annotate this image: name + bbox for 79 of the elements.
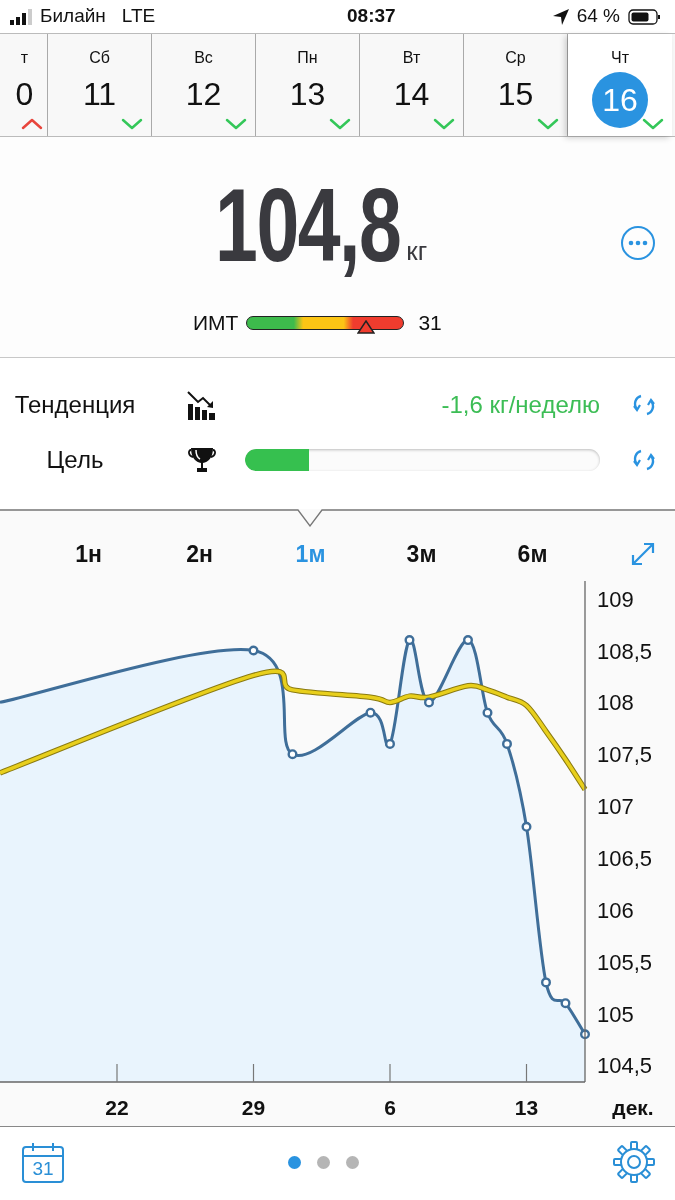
day-number: 15 [497,78,534,110]
goal-label: Цель [45,445,105,475]
calendar-icon [22,1141,64,1183]
signal-icon [10,8,32,25]
carrier-name: Билайн [40,4,106,29]
y-axis-label: 108 [597,690,634,716]
trend-label: Тенденция [13,390,137,420]
day-tab[interactable]: Чт 16 [568,34,672,136]
settings-icon[interactable] [613,1141,655,1183]
bmi-value: 31 [418,310,442,336]
y-axis-label: 105 [597,1001,634,1027]
weekday-label: т [19,48,29,68]
data-point [541,977,551,988]
data-point [365,707,376,718]
y-axis-label: 109 [597,586,634,612]
page-indicator-dot[interactable] [317,1155,330,1169]
day-number: 11 [82,78,117,110]
data-point [482,707,493,718]
data-point [248,645,259,656]
y-axis-label: 105,5 [597,949,653,975]
range-tab[interactable]: 2н [144,536,255,572]
data-point [385,738,395,749]
refresh-icon[interactable] [632,393,656,417]
weekday-label: Сб [89,48,110,68]
data-point [287,749,298,760]
weight-value: 104,8 [215,173,401,277]
y-axis-label: 107 [597,794,634,820]
location-arrow-icon [552,8,569,25]
data-point [463,635,473,646]
day-number: 0 [14,78,34,110]
page-indicator-dot[interactable] [288,1155,301,1169]
refresh-icon[interactable] [632,448,656,472]
day-tab[interactable]: Вт 14 [360,34,464,136]
trend-chart-icon [186,390,216,420]
x-axis-label: 22 [105,1096,129,1119]
selected-day-number: 16 [592,72,648,128]
calendar-button[interactable]: 31 [22,1141,64,1183]
more-options-icon[interactable] [620,225,656,261]
day-number: 12 [185,78,222,110]
page-indicator-dot[interactable] [346,1155,359,1169]
trophy-icon [188,446,216,474]
data-point [560,998,571,1009]
x-axis-label: 29 [241,1096,266,1119]
day-number: 14 [393,78,430,110]
data-point [502,738,512,749]
network-type: LTE [121,4,156,29]
y-axis-label: 106 [597,897,634,923]
expand-icon[interactable] [630,541,656,567]
day-tab[interactable]: Вс 12 [152,34,256,136]
x-axis-label: 13 [514,1096,539,1119]
y-axis-label: 104,5 [597,1053,653,1079]
data-point [424,697,434,708]
weekday-label: Чт [611,48,629,68]
day-tab[interactable]: Сб 11 [48,34,152,136]
trend-value: -1,6 кг/неделю [441,390,600,420]
range-tab[interactable]: 6м [477,536,588,572]
calendar-day-number: 31 [31,1158,55,1178]
day-tab[interactable]: т 0 [0,34,48,136]
day-number: 13 [289,78,326,110]
clock-time: 08:37 [346,4,397,29]
weekday-label: Вс [194,48,213,68]
weight-unit: кг [406,235,428,268]
weekday-label: Вт [402,48,421,68]
y-axis-label: 106,5 [597,846,653,871]
x-axis-label: 6 [384,1096,396,1119]
battery-percent: 64 % [576,4,620,29]
y-axis-label: 108,5 [597,638,653,664]
battery-icon [628,8,661,25]
weekday-label: Пн [297,48,318,68]
weekday-label: Ср [505,48,526,68]
data-point [404,635,415,646]
month-label: дек. [612,1096,654,1119]
data-point [521,821,532,832]
range-tab[interactable]: 3м [366,536,477,572]
y-axis-label: 107,5 [597,742,653,768]
day-tab[interactable]: Пн 13 [256,34,360,136]
range-tab[interactable]: 1н [33,536,144,572]
data-point [580,1029,590,1040]
bmi-label: ИМТ [193,310,239,336]
